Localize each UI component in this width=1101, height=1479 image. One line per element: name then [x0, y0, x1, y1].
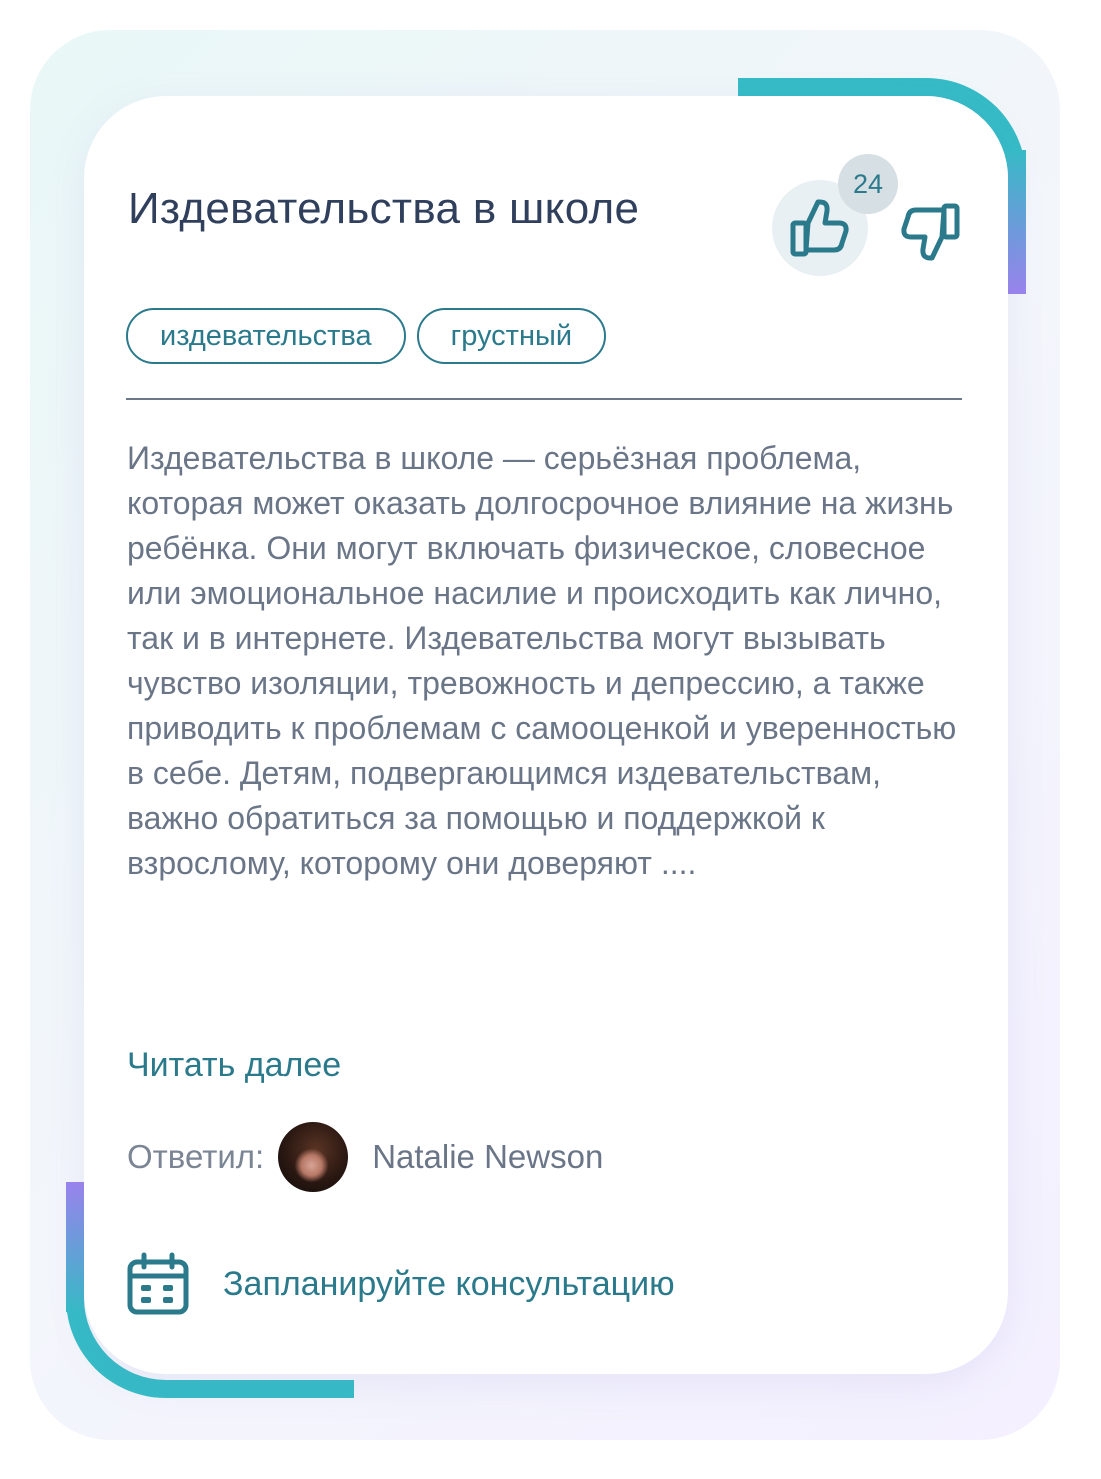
answered-label: Ответил: [127, 1138, 265, 1175]
accent-corner-bottom-left-fade [66, 1182, 84, 1312]
read-more-link[interactable]: Читать далее [127, 1046, 341, 1085]
answered-by: Ответил: Natalie Newson [127, 1122, 603, 1192]
article-card: Издевательства в школе 24 издевательства… [84, 96, 1008, 1374]
like-count-badge: 24 [838, 154, 898, 214]
card-title: Издевательства в школе [128, 184, 640, 233]
calendar-icon [127, 1252, 189, 1315]
tag-list: издевательства грустный [126, 308, 607, 364]
divider [126, 398, 962, 400]
thumbs-down-icon [901, 203, 960, 261]
schedule-consultation-button[interactable]: Запланируйте консультацию [127, 1252, 675, 1316]
thumbs-up-icon [790, 199, 849, 257]
tag-chip[interactable]: издевательства [126, 308, 406, 364]
answered-name[interactable]: Natalie Newson [372, 1138, 603, 1176]
schedule-label: Запланируйте консультацию [223, 1264, 675, 1303]
tag-chip[interactable]: грустный [416, 308, 607, 364]
dislike-button[interactable] [898, 200, 962, 269]
accent-corner-top-right-fade [1008, 150, 1026, 294]
card-body-text: Издевательства в школе — серьёзная пробл… [127, 440, 957, 881]
avatar[interactable] [278, 1122, 349, 1192]
